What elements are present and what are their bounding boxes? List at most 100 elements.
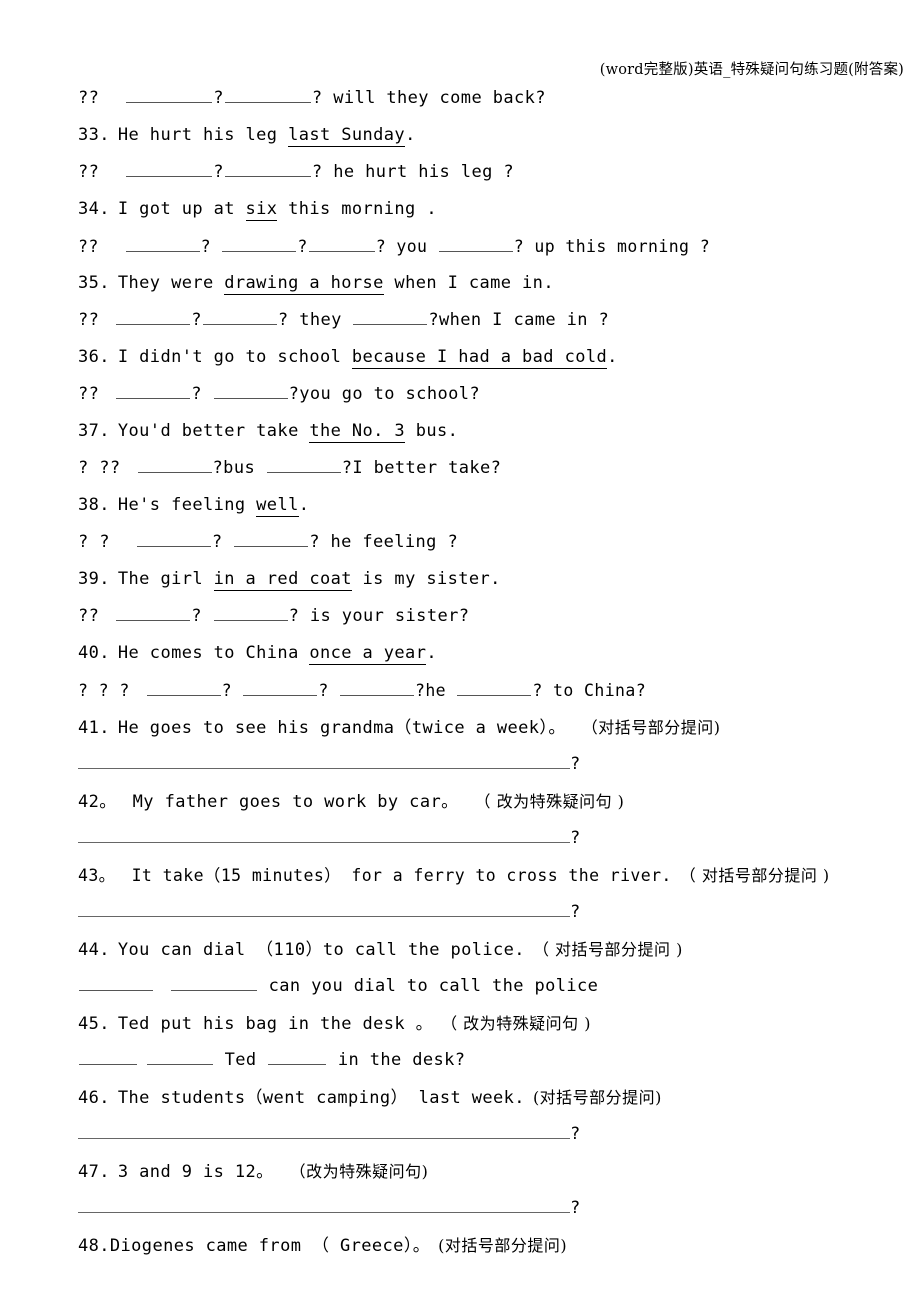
question-text: My father goes to work by car。	[132, 792, 459, 812]
rule-question-mark: ?	[570, 902, 581, 922]
fill-blank[interactable]	[268, 1048, 327, 1065]
answer-segment: ?	[191, 606, 213, 626]
question-instruction: (对括号部分提问)	[532, 1088, 662, 1107]
fill-blank[interactable]	[147, 1048, 213, 1065]
fill-blank[interactable]	[137, 456, 212, 473]
answer-segment: ?	[200, 237, 222, 256]
underlined-phrase: because I had a bad cold	[351, 347, 608, 369]
fill-blank[interactable]	[438, 235, 513, 252]
question-line-35: 35. They were drawing a horse when I came…	[78, 265, 908, 302]
answer-line-40: ? ? ?? ? ?he ? to China?	[78, 672, 908, 709]
question-number: 48.	[78, 1236, 110, 1256]
fill-blank[interactable]	[222, 235, 297, 252]
answer-segment: ?	[191, 384, 213, 404]
fill-blank[interactable]	[126, 160, 213, 177]
answer-segment: ?	[297, 237, 308, 256]
answer-lead: ??	[78, 384, 100, 404]
underlined-phrase: once a year	[309, 643, 427, 665]
fill-blank[interactable]	[213, 604, 288, 621]
fill-blank[interactable]	[308, 235, 375, 252]
answer-segment: ? is your sister?	[288, 606, 470, 626]
question-text-tail: is my sister.	[351, 569, 501, 589]
question-line-38: 38. He's feeling well.	[78, 487, 908, 524]
question-text-tail: .	[298, 495, 310, 515]
answer-segment: ? he hurt his leg ?	[311, 162, 514, 182]
question-text: He's feeling	[117, 495, 257, 515]
fill-blank[interactable]	[125, 235, 200, 252]
fill-blank[interactable]	[79, 974, 153, 991]
fill-blank[interactable]	[136, 530, 211, 547]
question-text: Ted put his bag in the desk 。	[117, 1014, 434, 1034]
question-text-tail: .	[426, 643, 437, 663]
document-body: ??? ? will they come back? 33. He hurt his…	[78, 80, 908, 1264]
fill-blank[interactable]	[116, 604, 191, 621]
question-line-34: 34. I got up at six this morning .	[78, 191, 908, 228]
question-number: 40.	[78, 643, 110, 663]
fill-blank[interactable]	[224, 86, 311, 103]
answer-line-34: ??? ? ? you ? up this morning ?	[78, 228, 908, 265]
question-text-tail: bus.	[405, 421, 459, 441]
question-number: 45.	[78, 1014, 110, 1034]
fill-blank[interactable]	[146, 679, 221, 696]
fill-blank[interactable]	[234, 530, 309, 547]
answer-rule-43: ?	[78, 894, 908, 931]
answer-line-33: ??? ? he hurt his leg ?	[78, 154, 908, 191]
fill-blank[interactable]	[457, 679, 532, 696]
question-number: 44.	[78, 940, 110, 960]
fill-blank[interactable]	[116, 382, 191, 399]
fill-blank[interactable]	[213, 382, 288, 399]
answer-rule[interactable]	[78, 752, 570, 769]
question-line-39: 39. The girl in a red coat is my sister.	[78, 561, 908, 598]
answer-rule[interactable]	[78, 1196, 570, 1213]
rule-question-mark: ?	[570, 1124, 581, 1144]
answer-segment: Ted	[214, 1050, 268, 1070]
answer-lead: ? ? ?	[78, 681, 130, 700]
fill-blank[interactable]	[340, 679, 415, 696]
question-number: 42。	[78, 792, 117, 812]
rule-question-mark: ?	[570, 1198, 581, 1218]
answer-lead: ??	[78, 162, 100, 182]
question-number: 38.	[78, 495, 110, 515]
answer-segment: ?bus	[212, 458, 266, 478]
question-instruction: （ 对括号部分提问 )	[679, 866, 830, 885]
underlined-phrase: in a red coat	[213, 569, 352, 591]
question-number: 37.	[78, 421, 110, 441]
underlined-phrase: the No. 3	[309, 421, 406, 443]
fill-blank[interactable]	[243, 679, 318, 696]
fill-blank[interactable]	[266, 456, 341, 473]
fill-blank[interactable]	[224, 160, 311, 177]
question-text: Diogenes came from （ Greece）。	[109, 1236, 431, 1256]
question-instruction: （改为特殊疑问句)	[289, 1162, 429, 1181]
question-text: I didn't go to school	[117, 347, 352, 367]
question-number: 41.	[78, 718, 110, 738]
question-line-36: 36. I didn't go to school because I had a…	[78, 339, 908, 376]
fill-blank[interactable]	[116, 308, 191, 325]
fill-blank[interactable]	[171, 974, 257, 991]
answer-segment: ?	[211, 532, 234, 552]
answer-rule[interactable]	[78, 1122, 570, 1139]
fill-blank[interactable]	[79, 1048, 137, 1065]
answer-rule-47: ?	[78, 1190, 908, 1227]
fill-blank[interactable]	[202, 308, 277, 325]
answer-segment: ? up this morning ?	[513, 237, 711, 256]
question-number: 35.	[78, 273, 110, 293]
question-line-43: 43。 It take（15 minutes） for a ferry to cr…	[78, 857, 908, 894]
question-number: 43。	[78, 866, 116, 885]
question-text-tail: .	[405, 125, 416, 145]
answer-rule[interactable]	[78, 826, 570, 843]
question-line-47: 47. 3 and 9 is 12。 （改为特殊疑问句)	[78, 1153, 908, 1190]
answer-segment: ?	[191, 310, 202, 330]
question-line-44: 44. You can dial （110）to call the police.…	[78, 931, 908, 968]
answer-segment: ?you go to school?	[288, 384, 480, 404]
question-number: 39.	[78, 569, 110, 589]
answer-line-39: ??? ? is your sister?	[78, 598, 908, 635]
answer-line-37: ? ?? ?bus ?I better take?	[78, 450, 908, 487]
answer-rule[interactable]	[78, 900, 570, 917]
answer-line-32: ??? ? will they come back?	[78, 80, 908, 117]
fill-blank[interactable]	[353, 308, 428, 325]
question-text: It take（15 minutes） for a ferry to cross…	[131, 866, 672, 885]
question-text-tail: when I came in.	[383, 273, 554, 293]
fill-blank[interactable]	[126, 86, 213, 103]
question-instruction: （对括号部分提问)	[581, 718, 721, 737]
answer-segment: in the desk?	[327, 1050, 466, 1070]
